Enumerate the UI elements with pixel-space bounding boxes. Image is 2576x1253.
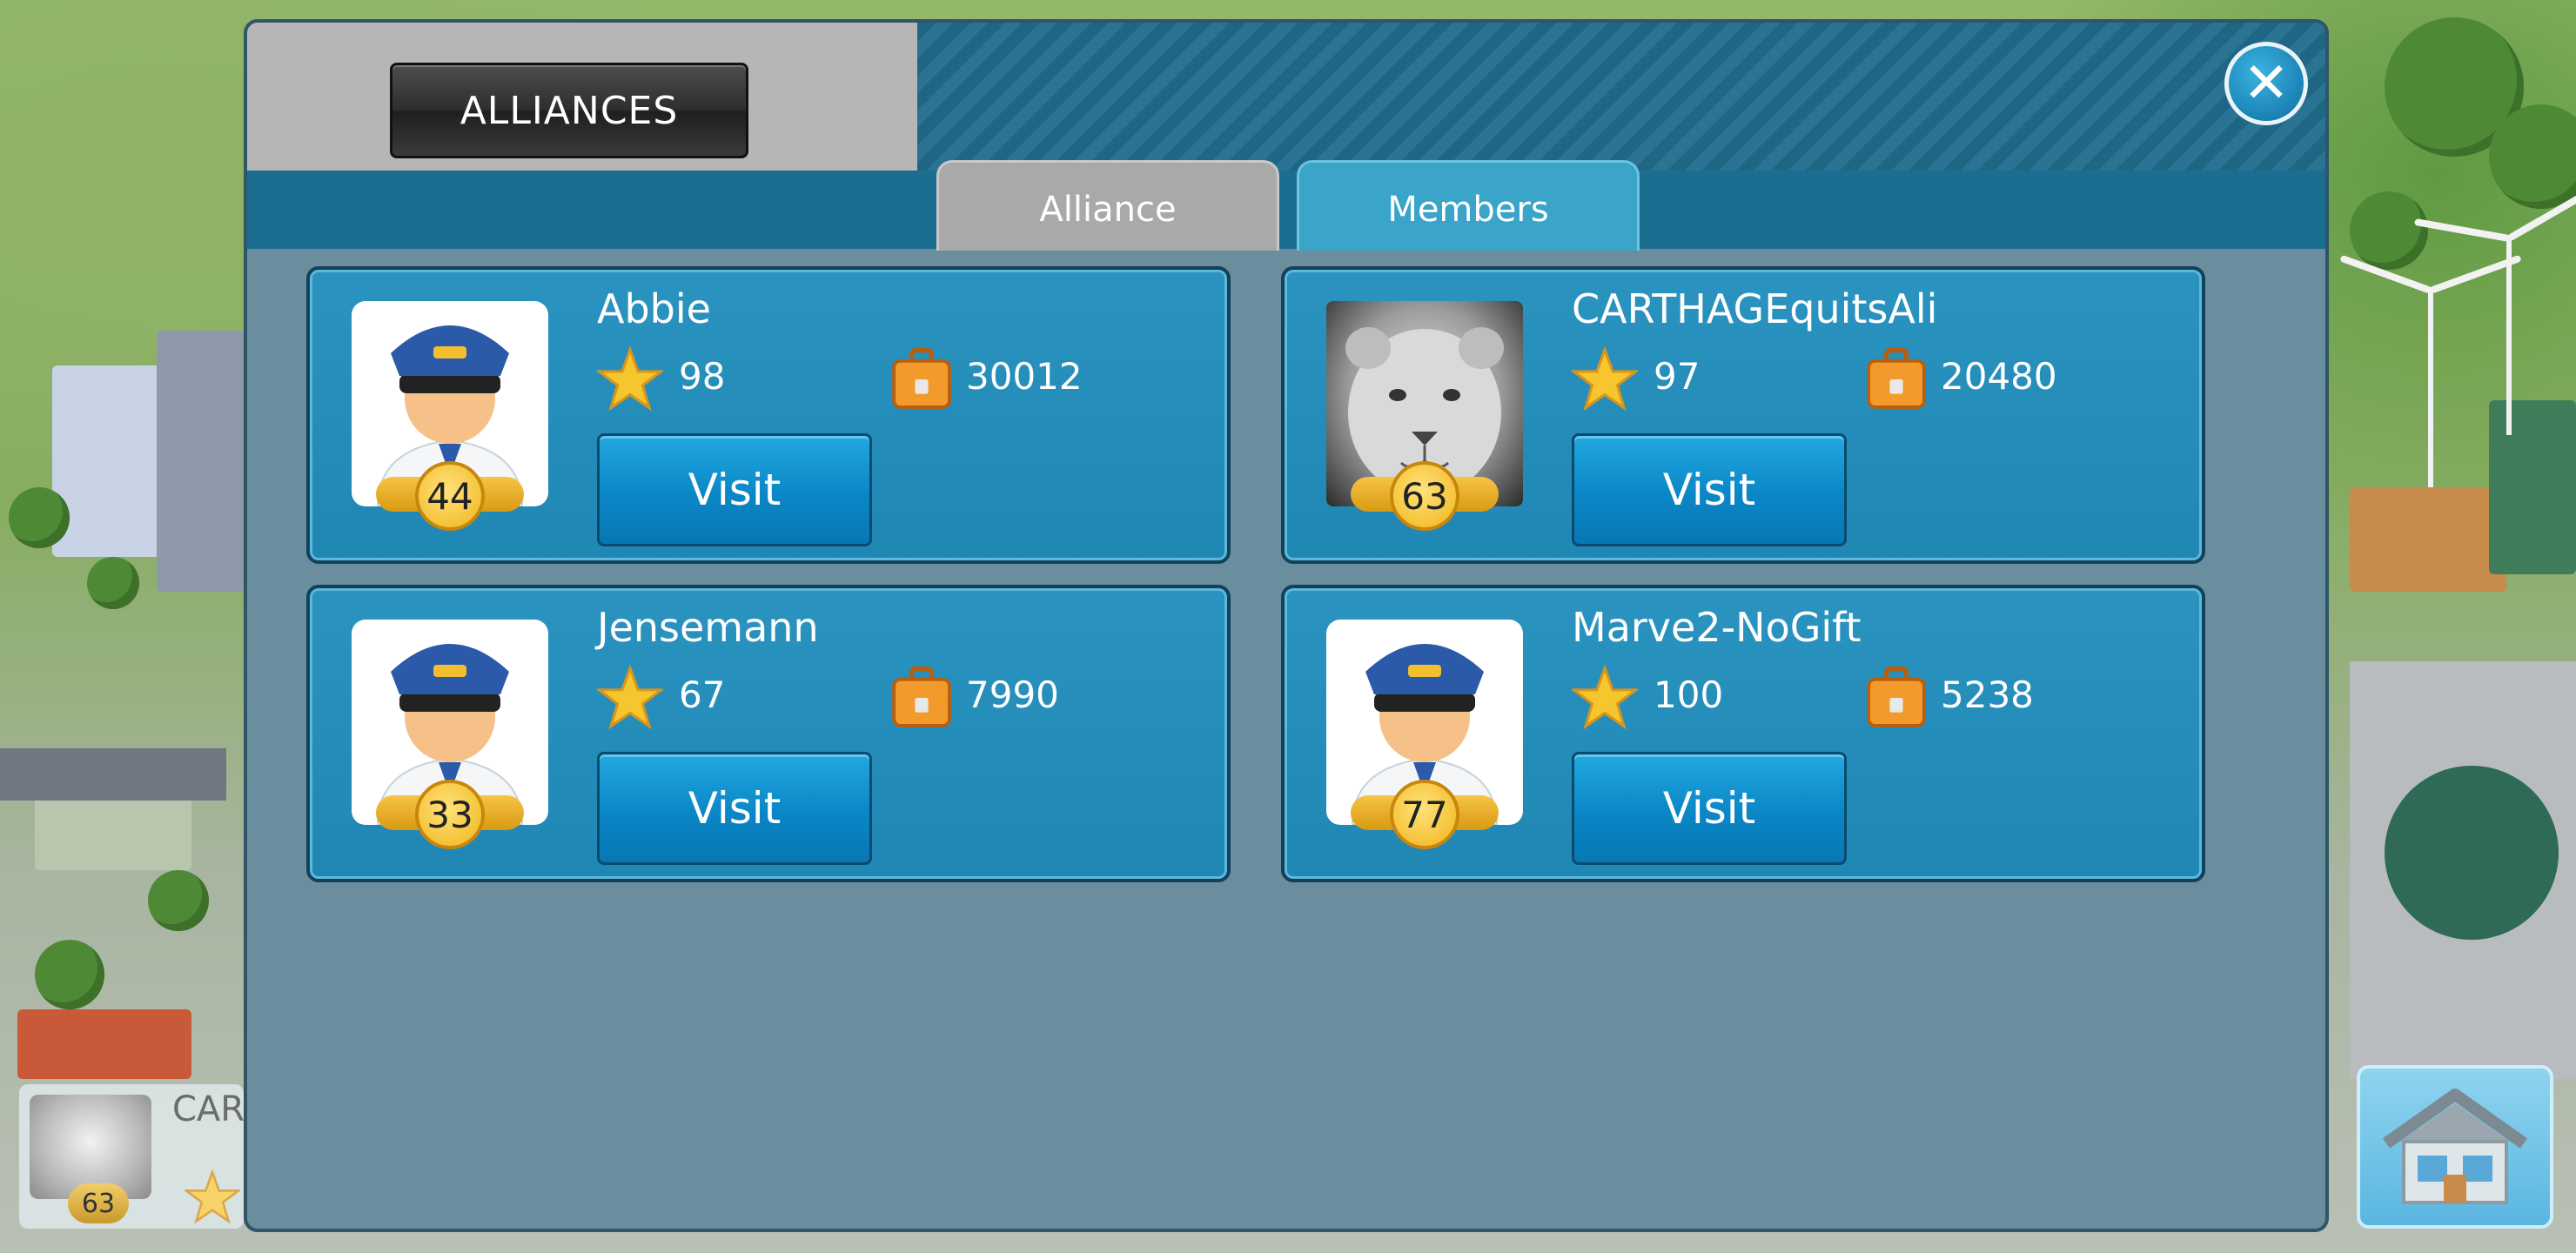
close-icon: ✕ <box>2243 51 2290 116</box>
member-name: Marve2-NoGift <box>1572 604 1862 651</box>
member-card: 77 Marve2-NoGift 100 5238 Visit <box>1281 585 2205 882</box>
suitcase-icon <box>1867 666 1926 727</box>
level-badge: 77 <box>1351 780 1499 851</box>
alliances-dialog: ALLIANCES ✕ Alliance Members 44 Abbie 98 <box>244 19 2329 1232</box>
member-card: 63 CARTHAGEquitsAli 97 20480 Visit <box>1281 266 2205 564</box>
player-profile[interactable]: 63 CAR <box>19 1084 245 1229</box>
home-button[interactable] <box>2357 1065 2553 1229</box>
level-number: 77 <box>1390 780 1459 849</box>
member-name: Jensemann <box>597 604 819 651</box>
level-number: 44 <box>415 461 485 531</box>
member-stars: 67 <box>679 673 726 716</box>
tab-members[interactable]: Members <box>1297 160 1640 251</box>
level-badge: 63 <box>1351 461 1499 533</box>
member-name: CARTHAGEquitsAli <box>1572 285 1938 332</box>
player-level: 63 <box>68 1183 129 1223</box>
member-bags: 20480 <box>1941 355 2057 398</box>
player-name: CAR <box>172 1089 245 1129</box>
tabs-bar <box>247 171 2325 249</box>
home-icon <box>2382 1089 2528 1204</box>
member-bags: 30012 <box>966 355 1083 398</box>
member-bags: 7990 <box>966 673 1059 716</box>
member-name: Abbie <box>597 285 711 332</box>
visit-button[interactable]: Visit <box>597 433 872 546</box>
member-stars: 98 <box>679 355 726 398</box>
suitcase-icon <box>1867 347 1926 409</box>
member-card: 44 Abbie 98 30012 Visit <box>306 266 1231 564</box>
star-icon <box>1572 665 1638 730</box>
suitcase-icon <box>892 347 951 409</box>
member-stars: 100 <box>1654 673 1724 716</box>
level-badge: 44 <box>376 461 524 533</box>
dialog-title: ALLIANCES <box>390 63 748 158</box>
close-button[interactable]: ✕ <box>2224 42 2308 125</box>
level-badge: 33 <box>376 780 524 851</box>
star-icon <box>597 346 663 412</box>
member-bags: 5238 <box>1941 673 2034 716</box>
member-stars: 97 <box>1654 355 1701 398</box>
suitcase-icon <box>892 666 951 727</box>
tab-alliance[interactable]: Alliance <box>936 160 1279 251</box>
star-icon <box>184 1169 240 1224</box>
member-card: 33 Jensemann 67 7990 Visit <box>306 585 1231 882</box>
level-number: 33 <box>415 780 485 849</box>
star-icon <box>597 665 663 730</box>
visit-button[interactable]: Visit <box>1572 752 1847 865</box>
star-icon <box>1572 346 1638 412</box>
visit-button[interactable]: Visit <box>597 752 872 865</box>
level-number: 63 <box>1390 461 1459 531</box>
visit-button[interactable]: Visit <box>1572 433 1847 546</box>
